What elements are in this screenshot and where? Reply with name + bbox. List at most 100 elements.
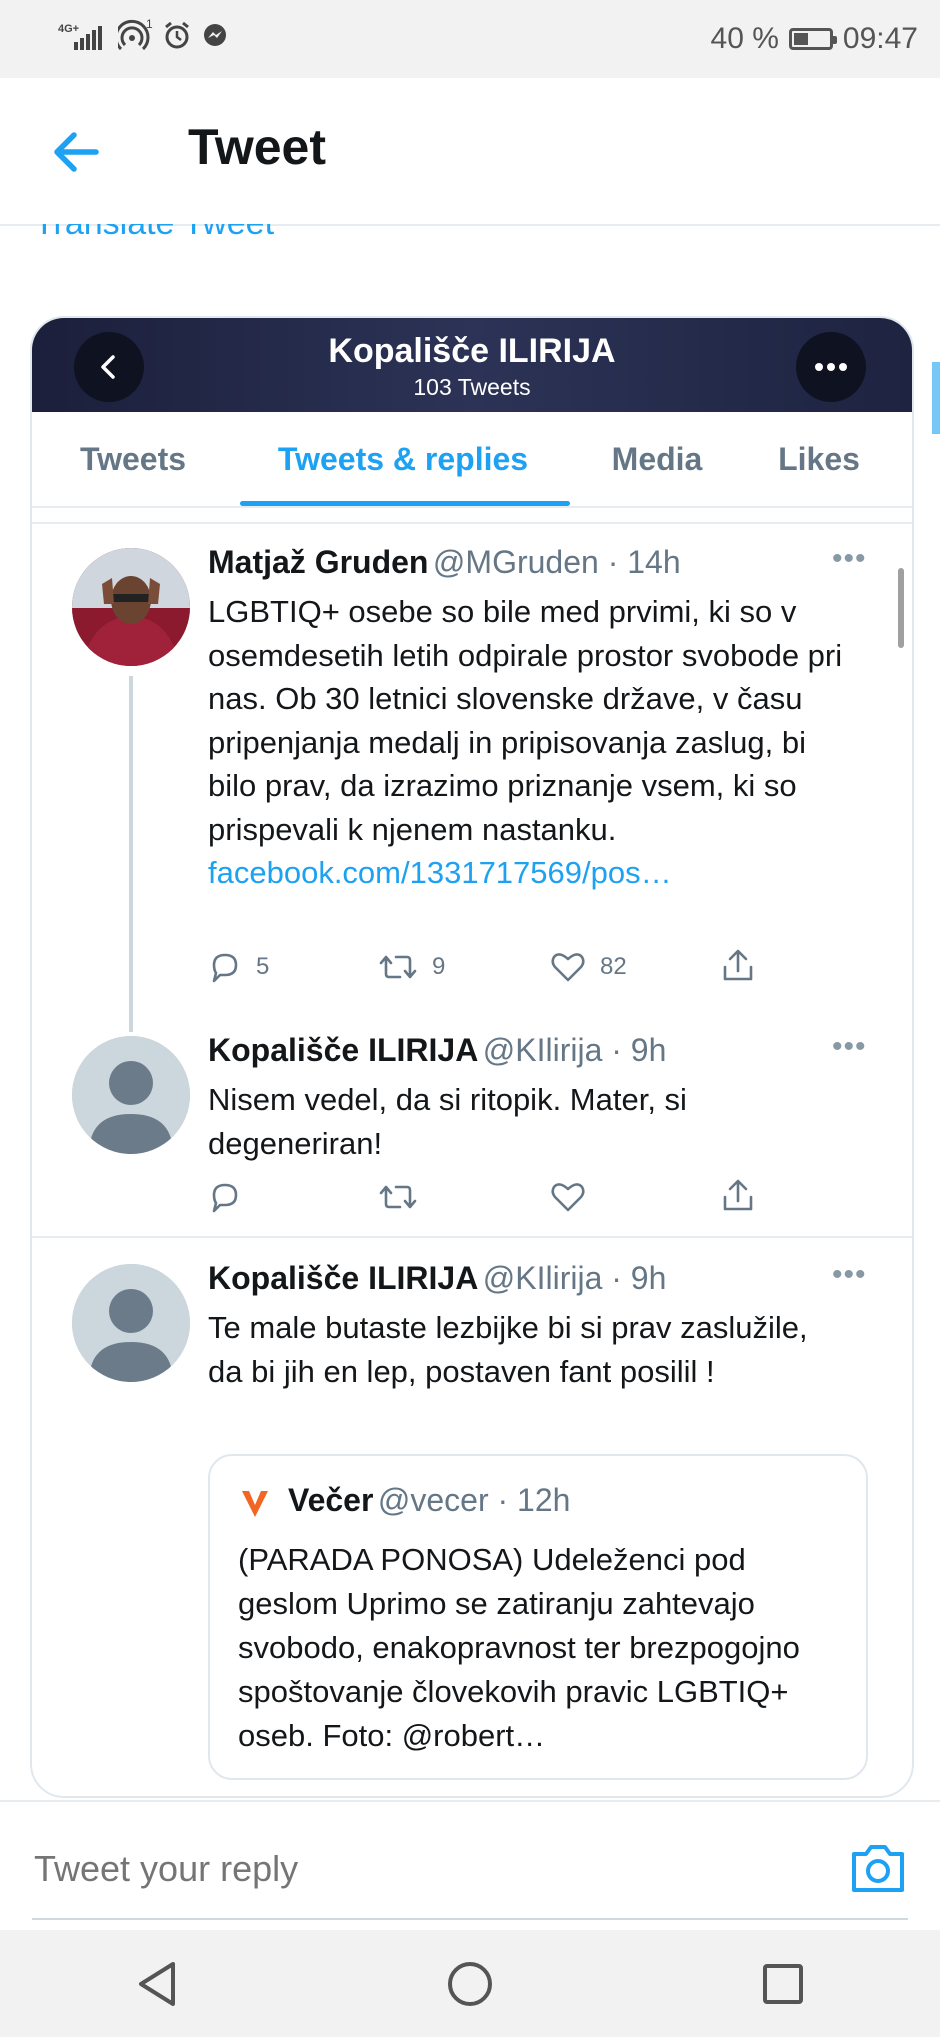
profile-banner: Kopališče ILIRIJA 103 Tweets xyxy=(32,318,912,412)
reply-underline xyxy=(32,1918,908,1920)
tab-tweets-replies[interactable]: Tweets & replies xyxy=(238,412,568,506)
tweet-more-button[interactable]: ••• xyxy=(832,542,867,576)
notification-count: 1 xyxy=(146,18,153,31)
tweet-header: Kopališče ILIRIJA @KIlirija · 9h xyxy=(208,1032,666,1069)
tweet-text: LGBTIQ+ osebe so bile med prvimi, ki so … xyxy=(208,594,843,847)
reply-action[interactable]: 5 xyxy=(208,950,269,984)
scrollbar[interactable] xyxy=(898,568,904,648)
default-avatar-icon xyxy=(72,1036,190,1154)
tweet-divider xyxy=(32,1236,912,1238)
system-nav-bar xyxy=(0,1930,940,2037)
retweet-icon xyxy=(379,1185,417,1209)
person-photo-icon xyxy=(72,548,190,666)
quote-header: Večer @vecer · 12h xyxy=(288,1482,570,1519)
translate-tweet-label: Translate Tweet xyxy=(34,224,274,242)
like-action[interactable]: 82 xyxy=(550,950,627,984)
messenger-icon xyxy=(200,18,230,58)
avatar[interactable] xyxy=(72,548,190,666)
tweet-header: Kopališče ILIRIJA @KIlirija · 9h xyxy=(208,1260,666,1297)
profile-more-button[interactable] xyxy=(796,332,866,402)
nav-recents-button[interactable] xyxy=(743,1944,823,2024)
retweet-action[interactable] xyxy=(378,1180,418,1214)
profile-tweet-count: 103 Tweets xyxy=(413,374,531,400)
tweet-handle[interactable]: @MGruden xyxy=(433,544,599,580)
meta-separator: · xyxy=(488,1482,518,1518)
profile-tabs: Tweets Tweets & replies Media Likes xyxy=(32,412,912,508)
app-header: Tweet xyxy=(0,78,940,226)
share-action[interactable] xyxy=(720,948,756,984)
reply-icon xyxy=(212,1183,238,1213)
tweet-author-name[interactable]: Kopališče ILIRIJA xyxy=(208,1032,478,1068)
reply-input[interactable] xyxy=(32,1840,816,1898)
meta-separator: · xyxy=(602,1032,631,1068)
page-title: Tweet xyxy=(188,119,326,175)
tweet-body: LGBTIQ+ osebe so bile med prvimi, ki so … xyxy=(208,590,848,895)
triangle-back-icon xyxy=(138,1961,175,2006)
quoted-tweet[interactable]: Večer @vecer · 12h (PARADA PONOSA) Udele… xyxy=(208,1454,868,1780)
like-count: 82 xyxy=(600,953,627,980)
status-bar: 4G+ 1 40 % 09:47 xyxy=(0,0,940,78)
back-arrow-icon xyxy=(54,132,99,172)
active-tab-indicator xyxy=(240,501,570,506)
retweet-action[interactable]: 9 xyxy=(378,950,445,984)
meta-separator: · xyxy=(602,1260,631,1296)
tweet-text: Nisem vedel, da si ritopik. Mater, si de… xyxy=(208,1082,687,1161)
tweet-handle[interactable]: @KIlirija xyxy=(483,1260,603,1296)
avatar[interactable] xyxy=(72,1264,190,1382)
network-label: 4G+ xyxy=(58,23,79,35)
camera-button[interactable] xyxy=(848,1840,908,1896)
heart-icon xyxy=(551,1183,585,1212)
quote-author-name: Večer xyxy=(288,1482,374,1518)
status-right: 40 % 09:47 xyxy=(711,0,918,78)
battery-percent: 40 % xyxy=(710,22,779,55)
retweet-icon xyxy=(379,955,417,979)
tweet-text: Te male butaste lezbijke bi si prav zasl… xyxy=(208,1310,808,1389)
vecer-logo-icon xyxy=(238,1486,272,1520)
share-icon xyxy=(723,1179,753,1211)
like-action[interactable] xyxy=(550,1180,586,1214)
profile-name: Kopališče ILIRIJA xyxy=(328,332,616,370)
scroll-indicator xyxy=(932,362,940,434)
translate-tweet-link[interactable]: Translate Tweet xyxy=(34,224,274,242)
tweet-handle[interactable]: @KIlirija xyxy=(483,1032,603,1068)
reply-bar xyxy=(0,1800,940,1932)
share-action[interactable] xyxy=(720,1178,756,1214)
alarm-icon xyxy=(162,18,192,58)
quote-text: (PARADA PONOSA) Udeleženci pod geslom Up… xyxy=(238,1542,800,1753)
clock: 09:47 xyxy=(842,22,918,55)
default-avatar-icon xyxy=(72,1264,190,1382)
avatar[interactable] xyxy=(72,1036,190,1154)
quote-handle: @vecer xyxy=(377,1482,489,1518)
battery-fill xyxy=(793,33,808,45)
nav-home-button[interactable] xyxy=(430,1944,510,2024)
signal-icon: 4G+ xyxy=(58,18,110,58)
tweet-author-name[interactable]: Kopališče ILIRIJA xyxy=(208,1260,478,1296)
tweet-more-button[interactable]: ••• xyxy=(832,1258,867,1292)
tweet-more-button[interactable]: ••• xyxy=(832,1030,867,1064)
back-button[interactable] xyxy=(46,122,106,182)
meta-separator: · xyxy=(598,544,628,580)
nav-back-button[interactable] xyxy=(117,1944,197,2024)
tweet-time[interactable]: 9h xyxy=(631,1032,667,1068)
tab-media[interactable]: Media xyxy=(592,412,722,506)
more-dots-icon xyxy=(815,363,847,371)
tweet-time[interactable]: 9h xyxy=(631,1260,667,1296)
tweet-header: Matjaž Gruden @MGruden · 14h xyxy=(208,544,681,581)
tab-likes[interactable]: Likes xyxy=(754,412,884,506)
tweet-link[interactable]: facebook.com/1331717569/pos… xyxy=(208,855,672,890)
embedded-screenshot[interactable]: Kopališče ILIRIJA 103 Tweets Tweets Twee… xyxy=(30,316,914,1798)
tweet-time[interactable]: 14h xyxy=(627,544,680,580)
reply-action[interactable] xyxy=(208,1180,242,1214)
hotspot-icon: 1 xyxy=(114,17,154,58)
tweet-author-name[interactable]: Matjaž Gruden xyxy=(208,544,428,580)
reply-icon xyxy=(212,953,238,983)
circle-home-icon xyxy=(447,1961,492,2006)
heart-icon xyxy=(551,953,585,982)
square-recents-icon xyxy=(763,1963,804,2004)
tab-tweets[interactable]: Tweets xyxy=(52,412,214,506)
tabs-divider xyxy=(32,522,912,524)
battery-icon xyxy=(788,28,837,50)
reply-count: 5 xyxy=(256,953,270,980)
share-icon xyxy=(723,949,753,981)
thread-line xyxy=(129,676,133,1032)
